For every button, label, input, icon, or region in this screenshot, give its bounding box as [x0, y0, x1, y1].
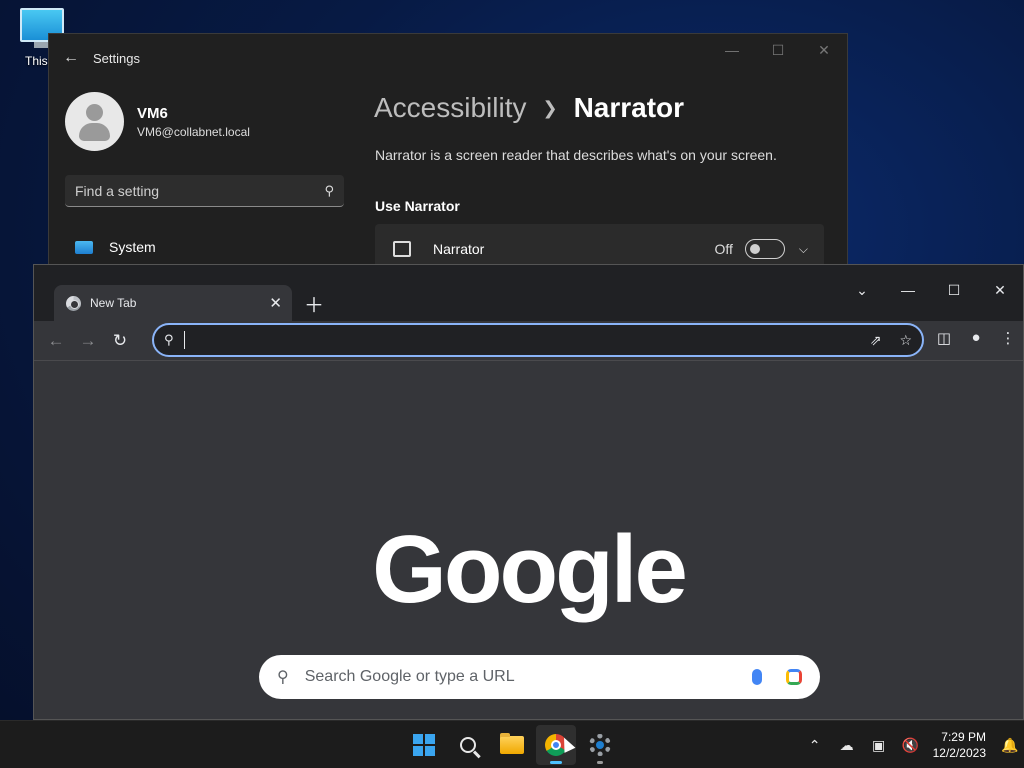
clock-time: 7:29 PM — [941, 730, 986, 744]
profile-icon[interactable]: ● — [967, 329, 985, 347]
active-indicator — [550, 761, 562, 764]
google-lens-icon[interactable] — [786, 669, 802, 685]
search-icon — [460, 737, 476, 753]
text-caret — [183, 331, 185, 349]
notification-bell-icon[interactable]: 🔔 — [996, 737, 1024, 754]
tab-new-tab[interactable]: New Tab ✕ — [54, 285, 292, 321]
profile-email: VM6@collabnet.local — [137, 124, 250, 139]
start-button[interactable] — [404, 725, 444, 765]
avatar — [65, 92, 124, 151]
clock[interactable]: 7:29 PM 12/2/2023 — [933, 729, 986, 761]
breadcrumb: Accessibility ❯ Narrator — [374, 92, 684, 124]
system-icon — [75, 240, 93, 254]
onedrive-cloud-icon[interactable]: ☁ — [831, 737, 863, 754]
taskbar-search-button[interactable] — [448, 725, 488, 765]
chevron-down-icon[interactable]: ⌵ — [799, 242, 808, 257]
narrator-label: Narrator — [433, 241, 485, 257]
profile-name: VM6 — [137, 104, 168, 122]
system-tray: ⌃ ☁ ▣ 🔇 7:29 PM 12/2/2023 🔔 — [799, 721, 1024, 768]
page-description: Narrator is a screen reader that describ… — [375, 147, 777, 163]
settings-title: Settings — [93, 50, 140, 66]
breadcrumb-parent[interactable]: Accessibility — [374, 92, 526, 124]
side-panel-icon[interactable]: ◫ — [935, 329, 953, 347]
taskbar: ⌃ ☁ ▣ 🔇 7:29 PM 12/2/2023 🔔 — [0, 720, 1024, 768]
narrator-state: Off — [714, 241, 733, 257]
maximize-icon[interactable]: ☐ — [755, 34, 801, 66]
chrome-window: New Tab ✕ ＋ ⌄ — ☐ ✕ ← → ↻ ⚲ ⇗ ☆ ◫ ● ⋮ Go… — [33, 264, 1024, 720]
new-tab-plus-icon[interactable]: ＋ — [304, 289, 324, 318]
running-indicator — [597, 761, 603, 764]
page-title: Narrator — [573, 92, 685, 123]
share-icon[interactable]: ⇗ — [870, 332, 882, 349]
forward-arrow-icon[interactable]: → — [72, 331, 104, 351]
menu-kebab-icon[interactable]: ⋮ — [999, 329, 1017, 347]
chrome-favicon-icon — [66, 295, 81, 311]
narrator-icon — [393, 241, 411, 257]
section-header: Use Narrator — [375, 198, 460, 214]
address-input[interactable] — [188, 332, 852, 348]
start-icon — [413, 734, 435, 756]
close-icon[interactable]: ✕ — [977, 273, 1023, 307]
sidebar-item-label: System — [109, 239, 156, 255]
settings-taskbar-button[interactable] — [580, 725, 620, 765]
address-bar[interactable]: ⚲ ⇗ ☆ — [152, 323, 924, 357]
chevron-right-icon: ❯ — [542, 97, 558, 118]
minimize-icon[interactable]: — — [885, 273, 931, 307]
tab-strip: New Tab ✕ ＋ ⌄ — ☐ ✕ — [34, 265, 1023, 321]
file-explorer-icon — [500, 733, 524, 754]
user-profile[interactable]: VM6 VM6@collabnet.local — [65, 92, 250, 151]
back-arrow-icon[interactable]: ← — [40, 331, 72, 351]
chevron-up-icon[interactable]: ⌃ — [799, 737, 831, 754]
search-icon: ⚲ — [324, 182, 334, 198]
close-tab-icon[interactable]: ✕ — [269, 294, 282, 312]
search-icon: ⚲ — [164, 332, 174, 347]
find-setting-input[interactable]: Find a setting ⚲ — [65, 175, 344, 207]
search-icon: ⚲ — [277, 669, 289, 686]
close-icon[interactable]: ✕ — [801, 34, 847, 66]
volume-muted-icon[interactable]: 🔇 — [895, 737, 927, 754]
bookmark-star-icon[interactable]: ☆ — [899, 332, 912, 349]
network-icon[interactable]: ▣ — [863, 737, 895, 754]
clock-date: 12/2/2023 — [932, 746, 986, 760]
reload-icon[interactable]: ↻ — [104, 331, 136, 351]
chrome-toolbar: ← → ↻ ⚲ ⇗ ☆ ◫ ● ⋮ — [34, 321, 1023, 361]
back-arrow-icon[interactable]: ← — [49, 49, 93, 67]
file-explorer-button[interactable] — [492, 725, 532, 765]
toolbar-right-icons: ◫ ● ⋮ — [935, 329, 1017, 347]
sidebar-item-system[interactable]: System — [75, 239, 156, 255]
google-search-box[interactable]: ⚲ — [259, 655, 820, 699]
chrome-window-controls: ⌄ — ☐ ✕ — [839, 273, 1023, 307]
microphone-icon[interactable] — [752, 669, 762, 685]
settings-window: ← Settings — ☐ ✕ VM6 VM6@collabnet.local… — [48, 33, 848, 274]
tab-title: New Tab — [90, 296, 137, 310]
google-logo: Google — [372, 516, 688, 623]
tab-search-chevron-icon[interactable]: ⌄ — [839, 273, 885, 307]
google-search-input[interactable] — [304, 668, 742, 686]
maximize-icon[interactable]: ☐ — [931, 273, 977, 307]
taskbar-apps — [404, 725, 620, 765]
settings-window-controls: — ☐ ✕ — [709, 34, 847, 66]
settings-icon — [589, 734, 611, 756]
minimize-icon[interactable]: — — [709, 34, 755, 66]
find-setting-placeholder: Find a setting — [75, 182, 160, 199]
narrator-toggle[interactable] — [744, 239, 785, 259]
